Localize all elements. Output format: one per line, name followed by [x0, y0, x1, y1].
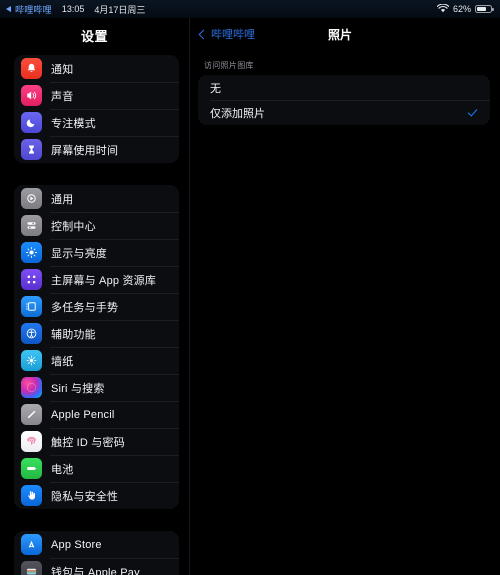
sidebar-item-label: 多任务与手势: [51, 301, 119, 314]
wallet-apple-pay-icon: [21, 561, 42, 575]
sidebar-item-label: 通用: [51, 193, 74, 206]
section-header: 访问照片图库: [204, 61, 254, 70]
sidebar-item-apple-pencil[interactable]: Apple Pencil: [14, 401, 179, 428]
sidebar-item-label: 专注模式: [51, 117, 96, 130]
privacy-hand-icon: [21, 485, 42, 506]
sidebar-group-2: 通用 控制中心 显示与亮度 主屏幕与 App 资源库 多任务与手势 辅助功能 墙…: [14, 185, 179, 509]
sidebar-item-label: Siri 与搜索: [51, 382, 105, 395]
sidebar-item-label: 墙纸: [51, 355, 74, 368]
sidebar-item-privacy-security[interactable]: 隐私与安全性: [14, 482, 179, 509]
status-bar-time: 13:05: [61, 4, 85, 14]
photo-access-options: 无 仅添加照片: [198, 75, 490, 125]
sidebar-item-siri-search[interactable]: Siri 与搜索: [14, 374, 179, 401]
status-bar-left: 哔哩哔哩 13:05 4月17日周三: [6, 3, 145, 16]
checkmark-icon: [467, 107, 478, 118]
general-gear-icon: [21, 188, 42, 209]
sidebar-item-label: 触控 ID 与密码: [51, 436, 125, 449]
battery-percent-label: 62%: [452, 4, 471, 14]
sidebar-item-general[interactable]: 通用: [14, 185, 179, 212]
sidebar-item-label: 隐私与安全性: [51, 490, 119, 503]
sidebar-item-control-center[interactable]: 控制中心: [14, 212, 179, 239]
sidebar-item-app-store[interactable]: App Store: [14, 531, 179, 558]
display-brightness-icon: [21, 242, 42, 263]
wifi-icon: [436, 3, 450, 15]
home-screen-grid-icon: [21, 269, 42, 290]
sidebar-item-sounds[interactable]: 声音: [14, 82, 179, 109]
sidebar-item-label: 声音: [51, 90, 74, 103]
multitasking-gestures-icon: [21, 296, 42, 317]
status-bar-date: 4月17日周三: [94, 4, 146, 15]
status-bar-back-app-label[interactable]: 哔哩哔哩: [15, 3, 52, 16]
sidebar-item-label: 显示与亮度: [51, 247, 107, 260]
sidebar-item-label: 辅助功能: [51, 328, 96, 341]
triangle-left-icon[interactable]: [6, 6, 11, 12]
sidebar-item-notifications[interactable]: 通知: [14, 55, 179, 82]
control-center-icon: [21, 215, 42, 236]
ipad-settings-screen: 哔哩哔哩 13:05 4月17日周三 62% 设置 通知 声音 专注模式 屏幕使…: [0, 0, 500, 575]
touch-id-fingerprint-icon: [21, 431, 42, 452]
sidebar-item-multitasking[interactable]: 多任务与手势: [14, 293, 179, 320]
accessibility-icon: [21, 323, 42, 344]
sidebar-item-label: App Store: [51, 538, 102, 551]
chevron-left-icon: [198, 29, 209, 39]
sidebar-item-screen-time[interactable]: 屏幕使用时间: [14, 136, 179, 163]
status-bar-right: 62%: [436, 3, 494, 15]
option-row-add-only[interactable]: 仅添加照片: [198, 100, 490, 125]
sidebar-title: 设置: [80, 29, 108, 44]
battery-icon: [475, 4, 494, 14]
battery-green-icon: [21, 458, 42, 479]
detail-nav-bar: 哔哩哔哩 照片: [190, 18, 500, 50]
sidebar-item-accessibility[interactable]: 辅助功能: [14, 320, 179, 347]
sidebar-item-label: 屏幕使用时间: [51, 144, 119, 157]
sidebar-item-touch-id-passcode[interactable]: 触控 ID 与密码: [14, 428, 179, 455]
siri-icon: [21, 377, 42, 398]
apple-pencil-icon: [21, 404, 42, 425]
sidebar-item-label: 钱包与 Apple Pay: [51, 566, 140, 575]
wallpaper-icon: [21, 350, 42, 371]
sidebar-item-label: 主屏幕与 App 资源库: [51, 274, 157, 287]
screentime-hourglass-icon: [21, 139, 42, 160]
settings-sidebar[interactable]: 设置 通知 声音 专注模式 屏幕使用时间 通用 控制中心 显示与亮度 主屏幕与 …: [0, 18, 190, 575]
option-label: 仅添加照片: [210, 107, 265, 120]
back-button[interactable]: 哔哩哔哩: [198, 26, 255, 42]
sidebar-item-wallpaper[interactable]: 墙纸: [14, 347, 179, 374]
sidebar-item-wallet-apple-pay[interactable]: 钱包与 Apple Pay: [14, 558, 179, 575]
app-store-icon: [21, 534, 42, 555]
sidebar-item-label: 控制中心: [51, 220, 96, 233]
detail-pane: 哔哩哔哩 照片 访问照片图库 无 仅添加照片: [190, 18, 500, 575]
sidebar-item-display-brightness[interactable]: 显示与亮度: [14, 239, 179, 266]
sidebar-item-label: 电池: [51, 463, 74, 476]
sidebar-item-label: Apple Pencil: [51, 408, 115, 421]
sidebar-group-1: 通知 声音 专注模式 屏幕使用时间: [14, 55, 179, 163]
back-button-label: 哔哩哔哩: [211, 29, 255, 41]
sidebar-item-home-screen[interactable]: 主屏幕与 App 资源库: [14, 266, 179, 293]
split-view: 设置 通知 声音 专注模式 屏幕使用时间 通用 控制中心 显示与亮度 主屏幕与 …: [0, 18, 500, 575]
notification-bell-icon: [21, 58, 42, 79]
sidebar-group-3: App Store 钱包与 Apple Pay: [14, 531, 179, 575]
sidebar-item-label: 通知: [51, 63, 74, 76]
sidebar-item-focus[interactable]: 专注模式: [14, 109, 179, 136]
sound-speaker-icon: [21, 85, 42, 106]
focus-moon-icon: [21, 112, 42, 133]
page-title: 照片: [327, 27, 352, 42]
option-row-none[interactable]: 无: [198, 75, 490, 100]
option-label: 无: [210, 82, 221, 95]
sidebar-item-battery[interactable]: 电池: [14, 455, 179, 482]
status-bar: 哔哩哔哩 13:05 4月17日周三 62%: [0, 0, 500, 18]
